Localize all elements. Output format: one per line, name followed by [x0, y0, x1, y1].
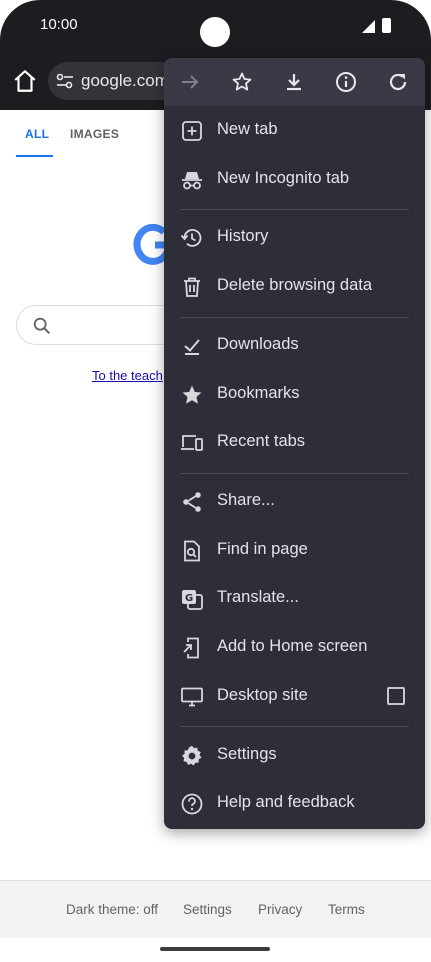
menu-item-new-tab[interactable]: New tab: [164, 108, 425, 154]
star-icon: [182, 385, 202, 404]
menu-item-label: Help and feedback: [217, 793, 355, 811]
menu-item-label: Share...: [217, 491, 275, 509]
menu-item-new-incognito-tab[interactable]: New Incognito tab: [164, 157, 425, 203]
camera-cutout: [200, 17, 230, 47]
menu-item-desktop-site[interactable]: Desktop site: [164, 674, 425, 720]
desktop-site-checkbox[interactable]: [387, 687, 405, 705]
translate-icon: G: [182, 590, 203, 610]
menu-item-help-and-feedback[interactable]: Help and feedback: [164, 781, 425, 827]
site-settings-icon[interactable]: [56, 73, 74, 89]
menu-divider: [180, 317, 409, 318]
signal-icon: [362, 20, 375, 33]
menu-divider: [180, 473, 409, 474]
menu-item-label: Desktop site: [217, 686, 308, 704]
menu-item-add-to-home-screen[interactable]: Add to Home screen: [164, 625, 425, 671]
desktop-icon: [181, 687, 203, 707]
privacy-link[interactable]: Privacy: [258, 902, 302, 917]
menu-item-share[interactable]: Share...: [164, 479, 425, 525]
status-bar-frame: 10:00: [0, 0, 431, 56]
menu-item-bookmarks[interactable]: Bookmarks: [164, 372, 425, 418]
dark-theme-link[interactable]: Dark theme: off: [66, 902, 158, 917]
menu-item-recent-tabs[interactable]: Recent tabs: [164, 420, 425, 466]
menu-item-settings[interactable]: Settings: [164, 733, 425, 779]
new-tab-icon: [182, 121, 202, 141]
menu-item-label: Add to Home screen: [217, 637, 368, 655]
search-icon: [33, 317, 51, 335]
menu-item-label: Delete browsing data: [217, 276, 373, 294]
find-in-page-icon: [184, 540, 200, 562]
help-icon: [181, 793, 203, 815]
menu-item-label: New tab: [217, 120, 278, 138]
downloads-icon: [184, 339, 200, 355]
page-footer: Dark theme: off Settings Privacy Terms: [0, 880, 431, 938]
tab-images[interactable]: IMAGES: [70, 127, 119, 141]
bookmark-star-icon[interactable]: [230, 70, 254, 94]
menu-item-label: Downloads: [217, 335, 299, 353]
menu-item-label: Find in page: [217, 540, 308, 558]
menu-item-find-in-page[interactable]: Find in page: [164, 528, 425, 574]
devices-icon: [181, 435, 203, 451]
add-to-home-icon: [183, 637, 199, 659]
share-icon: [183, 492, 201, 512]
menu-divider: [180, 209, 409, 210]
menu-item-downloads[interactable]: Downloads: [164, 323, 425, 369]
battery-icon: [382, 18, 391, 33]
menu-divider: [180, 726, 409, 727]
history-icon: [180, 229, 202, 247]
menu-item-label: Bookmarks: [217, 384, 300, 402]
reload-icon[interactable]: [386, 70, 410, 94]
status-bar: 10:00: [0, 0, 431, 56]
menu-item-label: Settings: [217, 745, 277, 763]
home-icon[interactable]: [12, 68, 38, 94]
incognito-icon: [182, 172, 202, 190]
gesture-bar[interactable]: [160, 947, 270, 951]
download-icon[interactable]: [282, 70, 306, 94]
url-text: google.com: [81, 71, 169, 90]
menu-item-label: History: [217, 227, 269, 245]
svg-text:G: G: [185, 593, 193, 604]
overflow-menu: New tab New Incognito tab History Delete…: [164, 58, 425, 829]
teach-link[interactable]: To the teach: [92, 368, 163, 383]
tab-all[interactable]: ALL: [25, 127, 49, 141]
phone-screen: 10:00 google.com ALL IMAGES To the teach…: [0, 0, 431, 962]
tab-active-indicator: [16, 155, 53, 157]
menu-item-label: Translate...: [217, 588, 299, 606]
menu-item-label: Recent tabs: [217, 432, 306, 450]
gear-icon: [182, 745, 202, 766]
terms-link[interactable]: Terms: [328, 902, 365, 917]
menu-item-delete-browsing-data[interactable]: Delete browsing data: [164, 264, 425, 310]
menu-item-history[interactable]: History: [164, 215, 425, 261]
info-icon[interactable]: [334, 70, 358, 94]
menu-item-label: New Incognito tab: [217, 169, 350, 187]
trash-icon: [184, 277, 200, 297]
forward-icon[interactable]: [178, 70, 202, 94]
menu-item-translate[interactable]: G Translate...: [164, 576, 425, 622]
status-time: 10:00: [40, 16, 78, 33]
menu-action-row: [164, 58, 425, 106]
settings-link[interactable]: Settings: [183, 902, 232, 917]
